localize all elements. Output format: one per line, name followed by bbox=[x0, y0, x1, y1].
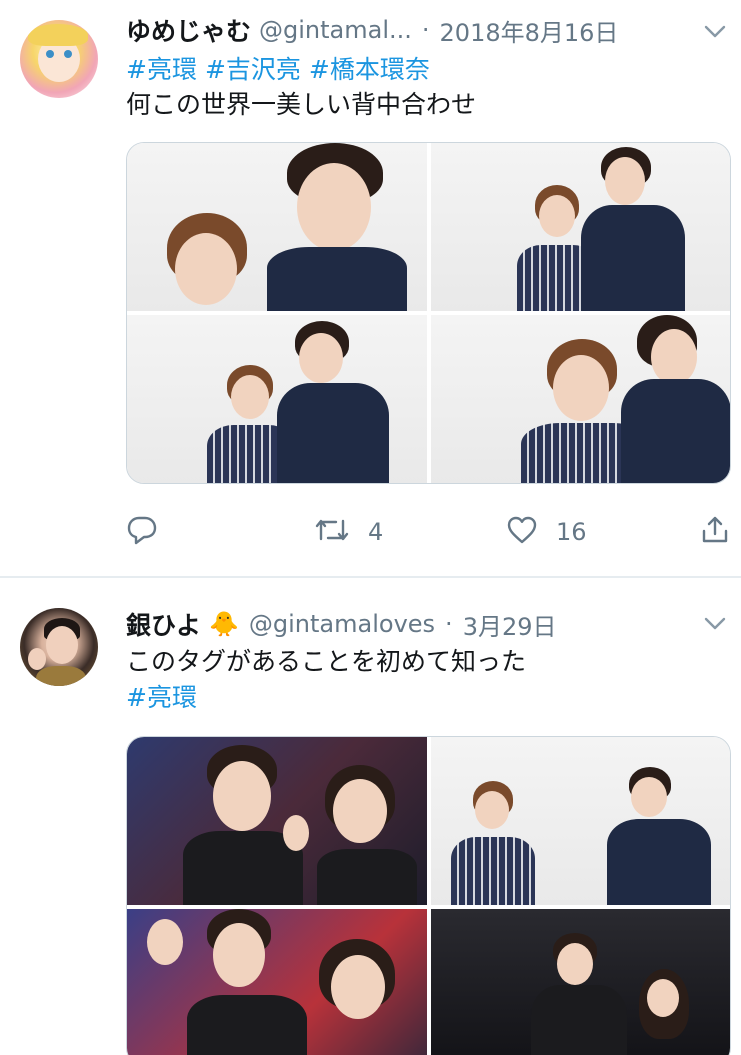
tweet[interactable]: ゆめじゃむ @gintamal... · 2018年8月16日 #亮環 #吉沢亮 #… bbox=[0, 0, 741, 577]
chick-emoji: 🐥 bbox=[209, 610, 239, 638]
heart-icon bbox=[506, 515, 538, 549]
photo-2[interactable] bbox=[431, 737, 730, 905]
chevron-down-icon[interactable] bbox=[703, 612, 727, 636]
tweet-text: 何この世界一美しい背中合わせ bbox=[126, 90, 477, 119]
chevron-down-icon[interactable] bbox=[703, 20, 727, 44]
media-grid[interactable] bbox=[126, 736, 731, 1055]
photo-3[interactable] bbox=[127, 315, 427, 483]
retweet-count: 4 bbox=[368, 518, 384, 546]
tweet-date[interactable]: 2018年8月16日 bbox=[440, 13, 619, 48]
photo-1[interactable] bbox=[127, 737, 427, 905]
tweet-header: 銀ひよ 🐥 @gintamaloves · 3月29日 bbox=[126, 604, 721, 644]
avatar[interactable] bbox=[20, 608, 98, 686]
hashtag-link[interactable]: #亮環 bbox=[126, 55, 197, 84]
hashtag-link[interactable]: #亮環 bbox=[126, 683, 197, 712]
user-handle[interactable]: @gintamal... bbox=[259, 16, 412, 44]
tweet-date[interactable]: 3月29日 bbox=[463, 607, 557, 642]
display-name[interactable]: ゆめじゃむ bbox=[126, 12, 251, 48]
photo-2[interactable] bbox=[431, 143, 730, 311]
photo-4[interactable] bbox=[431, 315, 730, 483]
hashtag-link[interactable]: #橋本環奈 bbox=[309, 55, 430, 84]
photo-1[interactable] bbox=[127, 143, 427, 311]
like-count: 16 bbox=[556, 518, 587, 546]
user-handle[interactable]: @gintamaloves bbox=[249, 610, 435, 638]
share-button[interactable] bbox=[700, 510, 730, 554]
timeline: ゆめじゃむ @gintamal... · 2018年8月16日 #亮環 #吉沢亮 #… bbox=[0, 0, 741, 1055]
separator-dot: · bbox=[445, 610, 453, 638]
avatar[interactable] bbox=[20, 20, 98, 98]
hashtag-line: #亮環 #吉沢亮 #橋本環奈 bbox=[126, 53, 438, 87]
photo-4[interactable] bbox=[431, 909, 730, 1055]
media-grid[interactable] bbox=[126, 142, 731, 484]
tweet-actions: 4 16 bbox=[126, 510, 728, 554]
hashtag-link[interactable]: #吉沢亮 bbox=[205, 55, 301, 84]
retweet-icon bbox=[314, 515, 350, 549]
display-name[interactable]: 銀ひよ bbox=[126, 606, 201, 642]
photo-3[interactable] bbox=[127, 909, 427, 1055]
reply-icon bbox=[126, 515, 158, 549]
reply-button[interactable] bbox=[126, 510, 158, 554]
share-icon bbox=[700, 515, 730, 549]
separator-dot: · bbox=[421, 16, 430, 44]
tweet-header: ゆめじゃむ @gintamal... · 2018年8月16日 bbox=[126, 10, 721, 50]
tweet-text: このタグがあることを初めて知った bbox=[126, 647, 527, 676]
tweet[interactable]: 銀ひよ 🐥 @gintamaloves · 3月29日 このタグがあることを初め… bbox=[0, 578, 741, 1055]
like-button[interactable]: 16 bbox=[506, 510, 587, 554]
retweet-button[interactable]: 4 bbox=[314, 510, 383, 554]
hashtag-line: #亮環 bbox=[126, 681, 205, 715]
